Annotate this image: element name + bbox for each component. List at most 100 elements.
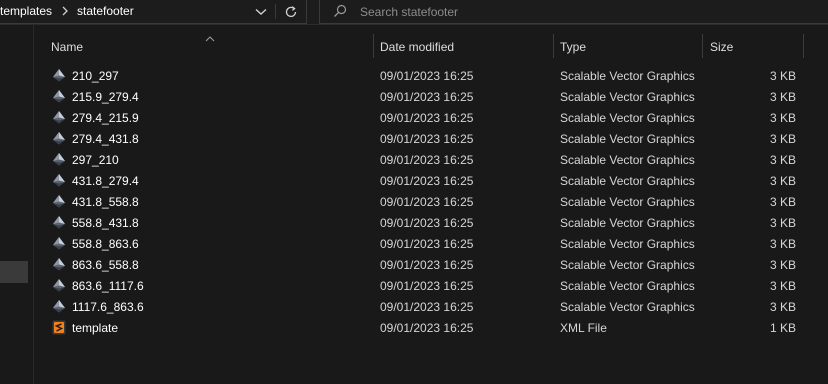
- file-row[interactable]: 210_297 09/01/2023 16:25 Scalable Vector G…: [48, 65, 804, 86]
- file-date-modified: 09/01/2023 16:25: [380, 195, 474, 209]
- search-icon: [333, 4, 347, 18]
- search-input[interactable]: Search statefooter: [360, 5, 458, 19]
- file-name: 1117.6_863.6: [72, 300, 144, 314]
- file-row[interactable]: template 09/01/2023 16:25 XML File 1 KB: [48, 317, 804, 338]
- search-box[interactable]: Search statefooter: [319, 0, 828, 24]
- column-divider[interactable]: [553, 34, 554, 58]
- file-date-modified: 09/01/2023 16:25: [380, 279, 474, 293]
- file-type: Scalable Vector Graphics: [560, 258, 695, 272]
- file-date-modified: 09/01/2023 16:25: [380, 90, 474, 104]
- file-date-modified: 09/01/2023 16:25: [380, 69, 474, 83]
- svg-file-icon: [52, 215, 66, 230]
- file-size: 1 KB: [769, 321, 796, 335]
- file-name: 297_210: [72, 153, 119, 167]
- file-row[interactable]: 863.6_558.8 09/01/2023 16:25 Scalable Vect…: [48, 254, 804, 275]
- file-row[interactable]: 215.9_279.4 09/01/2023 16:25 Scalable Vect…: [48, 86, 804, 107]
- file-date-modified: 09/01/2023 16:25: [380, 174, 474, 188]
- svg-file-icon: [52, 257, 66, 272]
- file-type: Scalable Vector Graphics: [560, 195, 695, 209]
- column-divider[interactable]: [373, 34, 374, 58]
- file-type: Scalable Vector Graphics: [560, 153, 695, 167]
- file-name: 279.4_215.9: [72, 111, 139, 125]
- file-row[interactable]: 431.8_558.8 09/01/2023 16:25 Scalable Vect…: [48, 191, 804, 212]
- file-row[interactable]: 279.4_431.8 09/01/2023 16:25 Scalable Vect…: [48, 128, 804, 149]
- explorer-toolbar: templates statefooter Search statefooter: [0, 0, 828, 25]
- svg-file-icon: [52, 194, 66, 209]
- column-header-type[interactable]: Type: [560, 40, 586, 54]
- file-type: Scalable Vector Graphics: [560, 90, 695, 104]
- svg-file-icon: [52, 152, 66, 167]
- file-row[interactable]: 558.8_431.8 09/01/2023 16:25 Scalable Vect…: [48, 212, 804, 233]
- column-header-date-modified[interactable]: Date modified: [380, 40, 454, 54]
- column-divider[interactable]: [702, 34, 703, 58]
- breadcrumb-templates[interactable]: templates: [0, 4, 52, 18]
- file-name: 863.6_1117.6: [72, 279, 144, 293]
- svg-file-icon: [52, 131, 66, 146]
- file-date-modified: 09/01/2023 16:25: [380, 237, 474, 251]
- file-size: 3 KB: [769, 258, 796, 272]
- file-size: 3 KB: [769, 90, 796, 104]
- column-header-name[interactable]: Name: [51, 40, 83, 54]
- column-header-size[interactable]: Size: [710, 40, 733, 54]
- file-name: 558.8_863.6: [72, 237, 139, 251]
- file-type: Scalable Vector Graphics: [560, 237, 695, 251]
- column-header-row: Name Date modified Type Size: [34, 30, 828, 62]
- breadcrumb-statefooter[interactable]: statefooter: [77, 4, 134, 18]
- file-size: 3 KB: [769, 279, 796, 293]
- sublime-text-file-icon: [52, 320, 66, 335]
- file-row[interactable]: 297_210 09/01/2023 16:25 Scalable Vector G…: [48, 149, 804, 170]
- file-date-modified: 09/01/2023 16:25: [380, 300, 474, 314]
- file-date-modified: 09/01/2023 16:25: [380, 321, 474, 335]
- file-type: Scalable Vector Graphics: [560, 69, 695, 83]
- file-date-modified: 09/01/2023 16:25: [380, 132, 474, 146]
- file-row[interactable]: 863.6_1117.6 09/01/2023 16:25 Scalable Vec…: [48, 275, 804, 296]
- file-size: 3 KB: [769, 174, 796, 188]
- file-name: 431.8_279.4: [72, 174, 139, 188]
- file-row[interactable]: 558.8_863.6 09/01/2023 16:25 Scalable Vect…: [48, 233, 804, 254]
- file-name: 215.9_279.4: [72, 90, 139, 104]
- svg-file-icon: [52, 68, 66, 83]
- file-name: 210_297: [72, 69, 119, 83]
- svg-file-icon: [52, 299, 66, 314]
- file-size: 3 KB: [769, 69, 796, 83]
- svg-file-icon: [52, 236, 66, 251]
- file-name: 279.4_431.8: [72, 132, 139, 146]
- file-date-modified: 09/01/2023 16:25: [380, 153, 474, 167]
- svg-file-icon: [52, 278, 66, 293]
- navigation-pane[interactable]: [0, 25, 34, 384]
- svg-file-icon: [52, 173, 66, 188]
- file-type: Scalable Vector Graphics: [560, 132, 695, 146]
- file-row[interactable]: 431.8_279.4 09/01/2023 16:25 Scalable Vect…: [48, 170, 804, 191]
- file-row[interactable]: 279.4_215.9 09/01/2023 16:25 Scalable Vect…: [48, 107, 804, 128]
- file-name: 863.6_558.8: [72, 258, 139, 272]
- file-type: Scalable Vector Graphics: [560, 216, 695, 230]
- file-date-modified: 09/01/2023 16:25: [380, 258, 474, 272]
- file-row[interactable]: 1117.6_863.6 09/01/2023 16:25 Scalable Vec…: [48, 296, 804, 317]
- chevron-down-icon[interactable]: [251, 3, 271, 21]
- address-bar[interactable]: templates statefooter: [0, 0, 307, 24]
- file-size: 3 KB: [769, 195, 796, 209]
- file-name: template: [72, 321, 119, 335]
- address-divider: [275, 4, 276, 19]
- sort-ascending-icon: [205, 31, 215, 42]
- file-type: Scalable Vector Graphics: [560, 300, 695, 314]
- svg-file-icon: [52, 110, 66, 125]
- file-type: Scalable Vector Graphics: [560, 279, 695, 293]
- file-size: 3 KB: [769, 237, 796, 251]
- navigation-selected-item[interactable]: [0, 261, 28, 283]
- refresh-icon[interactable]: [281, 3, 301, 21]
- svg-file-icon: [52, 89, 66, 104]
- file-date-modified: 09/01/2023 16:25: [380, 216, 474, 230]
- file-date-modified: 09/01/2023 16:25: [380, 111, 474, 125]
- file-type: Scalable Vector Graphics: [560, 174, 695, 188]
- column-divider[interactable]: [803, 34, 804, 58]
- file-type: Scalable Vector Graphics: [560, 111, 695, 125]
- file-name: 431.8_558.8: [72, 195, 139, 209]
- file-type: XML File: [560, 321, 607, 335]
- file-name: 558.8_431.8: [72, 216, 139, 230]
- file-size: 3 KB: [769, 216, 796, 230]
- file-size: 3 KB: [769, 111, 796, 125]
- file-size: 3 KB: [769, 300, 796, 314]
- breadcrumb-separator-icon[interactable]: [60, 4, 70, 18]
- file-size: 3 KB: [769, 153, 796, 167]
